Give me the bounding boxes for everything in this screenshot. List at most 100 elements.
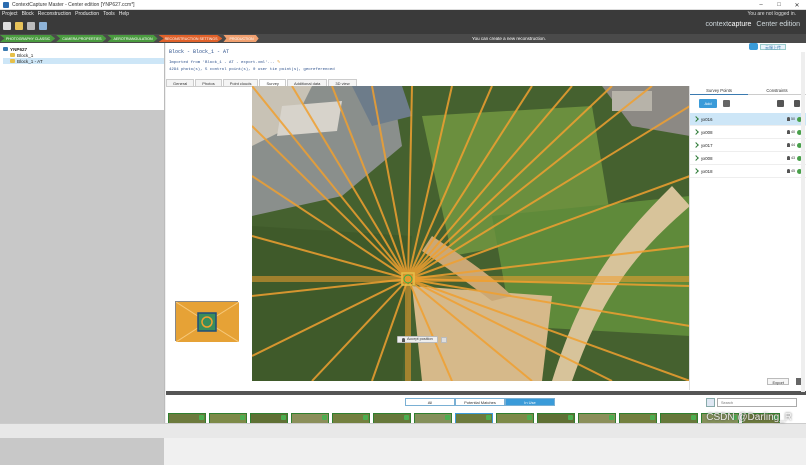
check-icon <box>445 415 450 420</box>
survey-point-row[interactable]: yx018 45 <box>690 165 806 178</box>
pin-icon <box>402 337 405 342</box>
photo-thumbnail[interactable]: DJI_0097 <box>332 413 370 423</box>
import-source: Imported from 'Block_1 - AT - export.xml… <box>169 61 281 65</box>
aerial-photo-svg <box>252 86 690 381</box>
status-notice: You can create a new reconstruction. <box>472 36 546 41</box>
photo-thumbnail[interactable]: DJI_0023 <box>455 413 493 423</box>
login-status[interactable]: You are not logged in. <box>748 11 796 17</box>
block-icon <box>10 53 15 57</box>
empty-panel-area <box>0 110 164 465</box>
pin-icon <box>787 117 790 121</box>
minimap-svg <box>175 301 240 343</box>
import-icon[interactable] <box>723 100 730 107</box>
chevron-right-icon[interactable] <box>693 116 699 122</box>
tab-3d-view[interactable]: 3D view <box>328 79 357 86</box>
menu-project[interactable]: Project <box>2 11 18 17</box>
vertical-scrollbar[interactable] <box>801 52 805 392</box>
menu-bar: Project Block Reconstruction Production … <box>0 10 806 18</box>
status-bar <box>0 423 806 438</box>
pin-icon <box>787 156 790 160</box>
tab-survey[interactable]: Survey <box>259 79 286 86</box>
photo-thumbnail[interactable]: DJI_0098 <box>291 413 329 423</box>
new-project-icon[interactable] <box>3 22 11 30</box>
filter-potential-matches[interactable]: Potential Matches <box>455 398 505 406</box>
photo-thumbnail[interactable]: DJI_0018 <box>660 413 698 423</box>
menu-help[interactable]: Help <box>119 11 129 17</box>
check-icon <box>322 415 327 420</box>
tab-general[interactable]: General <box>166 79 195 86</box>
tab-constraints[interactable]: Constraints <box>748 86 806 95</box>
step-aerotriangulation[interactable]: AEROTRIANGULATION <box>107 35 158 42</box>
block-title: Block - Block_1 - AT <box>169 49 230 55</box>
check-icon <box>527 415 532 420</box>
tab-additional-data[interactable]: Additional data <box>286 79 328 86</box>
filter-in-use[interactable]: In Use <box>505 398 555 406</box>
app-icon <box>3 1 9 8</box>
survey-point-row[interactable]: yx008 43 <box>690 152 806 165</box>
remove-position-icon[interactable] <box>440 336 447 343</box>
survey-points-panel: Survey Points Constraints Add yx016 50 y… <box>689 86 806 390</box>
photo-thumbnail[interactable]: DJI_0025 <box>496 413 534 423</box>
accept-position-button[interactable]: Accept position <box>397 336 438 343</box>
main-panel: Block - Block_1 - AT Imported from 'Bloc… <box>166 43 806 423</box>
maximize-button[interactable]: □ <box>770 0 788 10</box>
menu-reconstruction[interactable]: Reconstruction <box>38 11 71 17</box>
photo-filter-segmented: All Potential Matches In Use <box>405 398 555 406</box>
chevron-right-icon[interactable] <box>693 129 699 135</box>
check-icon <box>650 415 655 420</box>
add-survey-point-button[interactable]: Add <box>699 99 717 108</box>
open-project-icon[interactable] <box>15 22 23 30</box>
photo-thumbnail[interactable]: DJI_0026 <box>578 413 616 423</box>
minimap-preview[interactable] <box>175 301 240 343</box>
tab-photos[interactable]: Photos <box>195 79 222 86</box>
brand-logo: contextcapture Center edition <box>705 21 800 28</box>
chevron-right-icon[interactable] <box>693 155 699 161</box>
filter-all[interactable]: All <box>405 398 455 406</box>
aerial-photo[interactable] <box>252 86 690 381</box>
tab-survey-points[interactable]: Survey Points <box>690 86 748 95</box>
photo-thumbnail[interactable]: DJI_0024 <box>537 413 575 423</box>
tree-item-block-at[interactable]: Block_1 - AT <box>3 58 164 64</box>
tab-point-clouds[interactable]: Point clouds <box>222 79 259 86</box>
photo-thumbnail[interactable]: DJI_0001 <box>619 413 657 423</box>
block-at-icon <box>10 59 15 63</box>
block-tabs: General Photos Point clouds Survey Addit… <box>166 79 358 86</box>
save-icon[interactable] <box>27 22 35 30</box>
photo-thumbnail[interactable]: DJI_0021 <box>414 413 452 423</box>
survey-point-row[interactable]: yx017 44 <box>690 139 806 152</box>
survey-point-row[interactable]: yx016 50 <box>690 113 806 126</box>
pin-icon <box>787 130 790 134</box>
photo-thumbnail[interactable]: DJI_0022 <box>373 413 411 423</box>
menu-block[interactable]: Block <box>22 11 34 17</box>
check-icon <box>609 415 614 420</box>
close-button[interactable]: ✕ <box>788 0 806 10</box>
survey-point-row[interactable]: yx008 40 <box>690 126 806 139</box>
step-photography[interactable]: PHOTOGRAPHY CLASSIC <box>0 35 56 42</box>
check-icon <box>199 415 204 420</box>
project-icon <box>3 47 8 51</box>
menu-tools[interactable]: Tools <box>103 11 115 17</box>
check-icon <box>240 415 245 420</box>
menu-production[interactable]: Production <box>75 11 99 17</box>
cloud-upload-button[interactable]: 云服上传 <box>749 43 786 50</box>
check-icon <box>404 415 409 420</box>
minimize-button[interactable]: – <box>752 0 770 10</box>
main-toolbar: contextcapture Center edition <box>0 18 806 34</box>
check-icon <box>363 415 368 420</box>
photo-thumbnail[interactable]: DJI_0096 <box>168 413 206 423</box>
app-window: ContextCapture Master - Center edition [… <box>0 0 806 465</box>
chevron-right-icon[interactable] <box>693 142 699 148</box>
panel-splitter[interactable] <box>166 391 806 395</box>
export-button[interactable]: Export <box>767 378 789 385</box>
check-icon <box>486 415 491 420</box>
delete-icon[interactable] <box>794 100 800 107</box>
photo-thumbnail[interactable]: DJI_0095 <box>209 413 247 423</box>
step-camera-properties[interactable]: CAMERA PROPERTIES <box>56 35 107 42</box>
photo-thumbnail[interactable]: DJI_0094 <box>250 413 288 423</box>
sort-icon[interactable] <box>706 398 715 407</box>
edit-icon[interactable] <box>777 100 784 107</box>
settings-icon[interactable] <box>39 22 47 30</box>
photo-summary: 4294 photo(s), 5 control point(s), 0 use… <box>169 68 335 72</box>
photo-search-input[interactable] <box>717 398 797 407</box>
chevron-right-icon[interactable] <box>693 168 699 174</box>
